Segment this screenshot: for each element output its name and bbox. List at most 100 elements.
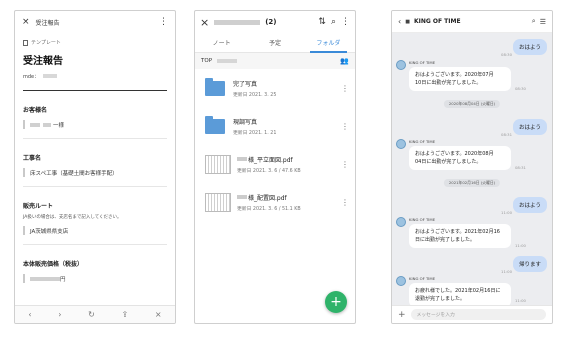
lock-icon: ■: [405, 18, 410, 25]
forward-icon[interactable]: ›: [58, 310, 61, 319]
date-separator: 2020年08月04日 (火曜日): [443, 100, 501, 108]
breadcrumb: TOP 👥: [195, 53, 355, 69]
members-icon[interactable]: 👥: [340, 57, 349, 65]
more-menu-icon[interactable]: ⋮: [159, 17, 168, 27]
close-icon[interactable]: ×: [155, 310, 162, 319]
back-icon[interactable]: ‹: [28, 310, 31, 319]
item-menu-icon[interactable]: ⋮: [341, 160, 349, 169]
folder-header-bar: × (2) ⇅ ⌕ ⋮: [195, 11, 355, 33]
route-label: 販売ルート: [23, 203, 54, 210]
customer-label: お客様名: [23, 107, 48, 114]
message-line: 日に出勤が完了しました。: [415, 237, 476, 243]
message-line: 10日に出勤が完了しました。: [415, 80, 482, 86]
message-time: 08:30: [515, 86, 526, 91]
close-icon[interactable]: ×: [200, 16, 209, 29]
sender-name: KING OF TIME: [409, 60, 436, 65]
list-item[interactable]: 様_平立面図.pdf 更新日 2021. 3. 6 / 47.6 KB ⋮: [195, 145, 355, 183]
close-icon[interactable]: ×: [22, 17, 30, 27]
chat-header-bar: ‹ ■ KING OF TIME ⌕ ☰: [392, 11, 552, 33]
project-field[interactable]: 床スペ工事（基礎土間お客様手配）: [23, 168, 167, 177]
report-heading: 受注報告: [23, 56, 63, 67]
pdf-thumbnail: [205, 192, 231, 212]
item-meta: 更新日 2021. 3. 25: [233, 92, 277, 98]
item-menu-icon[interactable]: ⋮: [341, 84, 349, 93]
search-icon[interactable]: ⌕: [331, 17, 336, 27]
item-meta: 更新日 2021. 1. 21: [233, 130, 277, 136]
item-meta: 更新日 2021. 3. 6 / 51.1 KB: [237, 206, 301, 212]
message-line: おはようございます。2020年08月: [415, 151, 494, 157]
incoming-message: おはようございます。2021年02月16 日に出勤が完了しました。: [409, 224, 511, 248]
item-name-row: 様_平立面図.pdf: [237, 155, 341, 164]
chat-title: KING OF TIME: [413, 18, 461, 25]
more-menu-icon[interactable]: ⋮: [341, 17, 350, 27]
sender-name: KING OF TIME: [409, 217, 436, 222]
price-field[interactable]: 円: [23, 274, 167, 283]
list-item[interactable]: 現調写真 更新日 2021. 1. 21 ⋮: [195, 107, 355, 145]
redacted-text: [43, 122, 51, 127]
back-icon[interactable]: ‹: [398, 17, 401, 26]
add-button[interactable]: +: [325, 291, 347, 313]
bot-avatar: [396, 276, 406, 286]
reload-icon[interactable]: ↻: [88, 310, 95, 319]
sort-icon[interactable]: ⇅: [318, 17, 326, 27]
item-menu-icon[interactable]: ⋮: [341, 198, 349, 207]
folder-screen: × (2) ⇅ ⌕ ⋮ ノート 予定 フォルダ TOP 👥 完了写真 更新日 2…: [194, 10, 356, 324]
member-count: (2): [265, 18, 277, 26]
customer-suffix: 一様: [53, 122, 65, 129]
item-name: 様_配置図.pdf: [248, 194, 287, 202]
list-item[interactable]: 様_配置図.pdf 更新日 2021. 3. 6 / 51.1 KB ⋮: [195, 183, 355, 221]
share-icon[interactable]: ⇪: [122, 310, 129, 319]
bot-avatar: [396, 60, 406, 70]
search-icon[interactable]: ⌕: [532, 17, 536, 26]
menu-icon[interactable]: ☰: [540, 18, 546, 26]
message-input[interactable]: メッセージを入力: [410, 309, 546, 320]
list-item[interactable]: 完了写真 更新日 2021. 3. 25 ⋮: [195, 69, 355, 107]
outgoing-message: おはよう: [512, 119, 547, 135]
sender-name: KING OF TIME: [409, 276, 436, 281]
price-suffix: 円: [60, 276, 66, 283]
message-input-bar: + メッセージを入力: [392, 305, 552, 323]
bot-avatar: [396, 217, 406, 227]
message-time: 11:00: [501, 210, 512, 215]
outgoing-message: 帰ります: [512, 256, 547, 272]
redacted-text: [30, 276, 60, 281]
attach-icon[interactable]: +: [398, 310, 406, 320]
message-line: おはようございます。2020年07月: [415, 72, 494, 78]
outgoing-message: おはよう: [512, 197, 547, 213]
tab-notes[interactable]: ノート: [195, 33, 248, 52]
customer-field[interactable]: 一様: [23, 120, 167, 129]
message-list: おはよう 08:30 KING OF TIME おはようございます。2020年0…: [392, 33, 552, 307]
item-menu-icon[interactable]: ⋮: [341, 122, 349, 131]
message-time: 11:00: [515, 298, 526, 303]
message-line: 退勤が完了しました。: [415, 296, 466, 302]
redacted-text: [43, 74, 58, 78]
tab-folder[interactable]: フォルダ: [302, 33, 355, 53]
header-title: 受注報告: [35, 19, 60, 27]
item-meta: 更新日 2021. 3. 6 / 47.6 KB: [237, 168, 301, 174]
route-hint: JA扱いの場合は、支店名まで記入してください。: [23, 215, 122, 220]
item-name: 完了写真: [233, 80, 258, 88]
redacted-text: [30, 122, 40, 127]
message-time: 08:31: [515, 165, 526, 170]
message-time: 11:00: [515, 243, 526, 248]
item-name-row: 様_配置図.pdf: [237, 193, 341, 202]
message-time: 08:30: [501, 52, 512, 57]
template-row[interactable]: テンプレート: [15, 33, 175, 46]
breadcrumb-root[interactable]: TOP: [201, 58, 212, 64]
route-field[interactable]: JA茨城県県支店: [23, 226, 167, 235]
redacted-text: [237, 157, 247, 161]
project-label: 工事名: [23, 155, 42, 162]
redacted-text: [237, 195, 247, 199]
folder-icon: [205, 115, 225, 134]
document-icon: [23, 39, 28, 46]
date-separator: 2021年02月16日 (火曜日): [443, 179, 501, 187]
pdf-thumbnail: [205, 154, 231, 174]
tab-schedule[interactable]: 予定: [248, 33, 301, 52]
message-line: 04日に出勤が完了しました。: [415, 159, 482, 165]
price-label: 本体販売価格（税抜）: [23, 261, 84, 268]
item-name: 様_平立面図.pdf: [248, 156, 293, 164]
item-name: 現調写真: [233, 118, 258, 126]
report-form-screen: × 受注報告 ⋮ テンプレート 受注報告 mde： お客様名 一様 工事名 床ス…: [14, 10, 176, 324]
redacted-text: [217, 59, 238, 63]
message-time: 11:00: [501, 269, 512, 274]
